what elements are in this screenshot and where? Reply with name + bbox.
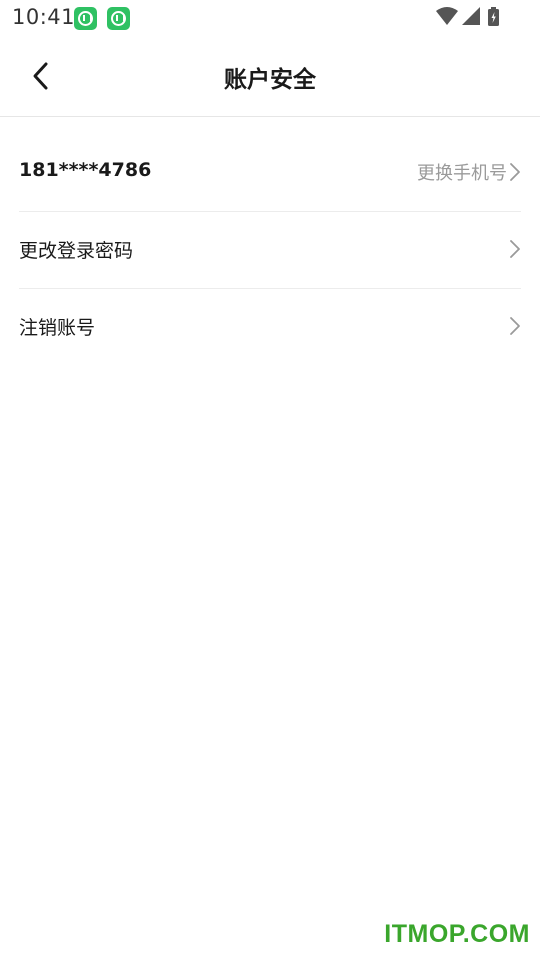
cellular-signal-icon	[462, 7, 480, 25]
change-password-label: 更改登录密码	[19, 240, 134, 262]
chevron-right-icon	[509, 316, 521, 336]
status-time: 10:41	[12, 5, 76, 29]
change-phone-action[interactable]: 更换手机号	[417, 159, 521, 185]
account-security-screen: 10:41 账户安全 181****4786 更换手机号 更改登录密码 注销账号…	[0, 0, 540, 960]
system-status-icons	[436, 6, 500, 28]
chevron-right-icon	[509, 239, 521, 259]
battery-charging-icon	[488, 7, 499, 26]
back-button[interactable]	[22, 54, 62, 98]
phone-number-value: 181****4786	[19, 159, 152, 181]
row-right-group	[509, 236, 521, 262]
app-notification-icon	[107, 7, 130, 30]
settings-list: 181****4786 更换手机号 更改登录密码 注销账号	[0, 135, 540, 365]
status-bar: 10:41	[0, 0, 540, 36]
chevron-right-icon	[509, 162, 521, 182]
chevron-left-icon	[22, 62, 62, 102]
app-notification-icon	[74, 7, 97, 30]
wifi-icon	[436, 7, 458, 25]
change-password-row[interactable]: 更改登录密码	[19, 212, 521, 289]
nav-bar: 账户安全	[0, 36, 540, 117]
phone-number-row[interactable]: 181****4786 更换手机号	[19, 135, 521, 212]
change-phone-label: 更换手机号	[417, 163, 507, 184]
row-right-group	[509, 313, 521, 339]
deactivate-account-label: 注销账号	[19, 317, 96, 339]
page-title: 账户安全	[224, 67, 316, 93]
deactivate-account-row[interactable]: 注销账号	[19, 289, 521, 365]
watermark: ITMOP.COM	[384, 920, 530, 948]
